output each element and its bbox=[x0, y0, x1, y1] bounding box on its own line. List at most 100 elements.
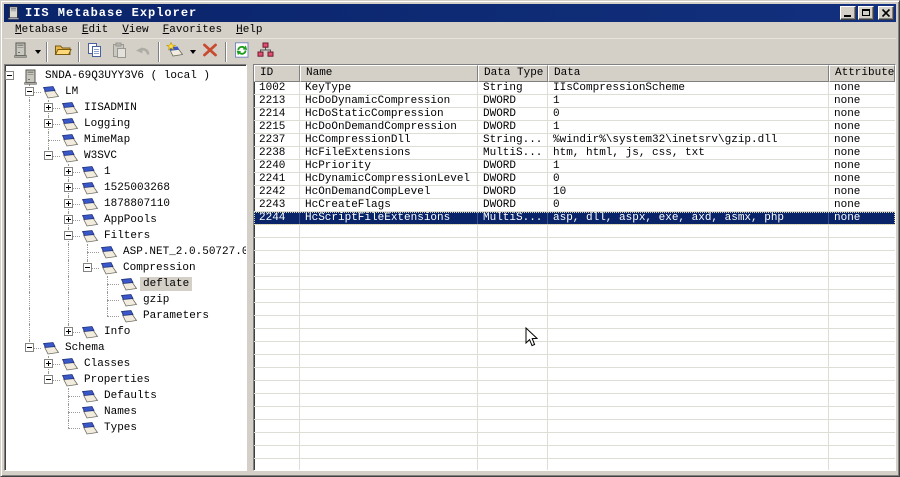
property-row-2241[interactable]: 2241 HcDynamicCompressionLevel DWORD 0 none bbox=[254, 173, 895, 186]
tree-node-label[interactable]: Classes bbox=[81, 357, 133, 371]
expand-plus-box[interactable] bbox=[64, 327, 73, 336]
expand-plus-box[interactable] bbox=[44, 103, 53, 112]
tree-node-label[interactable]: ASP.NET_2.0.50727.0 bbox=[120, 245, 246, 259]
property-row-2213[interactable]: 2213 HcDoDynamicCompression DWORD 1 none bbox=[254, 95, 895, 108]
tree-node-compression[interactable]: Compression bbox=[5, 260, 246, 276]
property-row-2242[interactable]: 2242 HcOnDemandCompLevel DWORD 10 none bbox=[254, 186, 895, 199]
column-header-data[interactable]: Data bbox=[548, 65, 829, 82]
tree-node-parameters[interactable]: Parameters bbox=[5, 308, 246, 324]
expand-plus-box[interactable] bbox=[64, 199, 73, 208]
tree-node-label[interactable]: Schema bbox=[62, 341, 108, 355]
column-header-attributes[interactable]: Attributes bbox=[829, 65, 895, 82]
tree-node-label[interactable]: gzip bbox=[140, 293, 172, 307]
tree-node-properties[interactable]: Properties bbox=[5, 372, 246, 388]
connect-computer-button-dropdown[interactable] bbox=[32, 41, 43, 63]
minimize-button[interactable] bbox=[840, 6, 856, 20]
tree-node-filters[interactable]: Filters bbox=[5, 228, 246, 244]
tree-node-label[interactable]: IISADMIN bbox=[81, 101, 140, 115]
collapse-minus-box[interactable] bbox=[44, 151, 53, 160]
column-header-name[interactable]: Name bbox=[300, 65, 478, 82]
tree-node-asp-net-2-0-50727-0[interactable]: ASP.NET_2.0.50727.0 bbox=[5, 244, 246, 260]
tree-node-1525003268[interactable]: 1525003268 bbox=[5, 180, 246, 196]
refresh-button[interactable] bbox=[230, 41, 254, 63]
tree-node-defaults[interactable]: Defaults bbox=[5, 388, 246, 404]
property-row-1002[interactable]: 1002 KeyType String IIsCompressionScheme non… bbox=[254, 82, 895, 95]
tree-node-logging[interactable]: Logging bbox=[5, 116, 246, 132]
empty-row bbox=[254, 407, 895, 420]
empty-cell bbox=[548, 316, 829, 328]
collapse-minus-box[interactable] bbox=[83, 263, 92, 272]
tree-guide-line bbox=[87, 252, 99, 253]
column-header-id[interactable]: ID bbox=[254, 65, 300, 82]
tree-node-w3svc[interactable]: W3SVC bbox=[5, 148, 246, 164]
property-row-2243[interactable]: 2243 HcCreateFlags DWORD 0 none bbox=[254, 199, 895, 212]
empty-cell bbox=[300, 446, 478, 458]
menu-edit[interactable]: Edit bbox=[77, 23, 113, 37]
tree-node-snda-69q3uyy3v6-local[interactable]: SNDA-69Q3UYY3V6 ( local ) bbox=[5, 68, 246, 85]
cell-data: 1 bbox=[548, 121, 829, 133]
new-key-button[interactable] bbox=[163, 41, 187, 63]
collapse-minus-box[interactable] bbox=[64, 231, 73, 240]
tree-node-label[interactable]: Filters bbox=[101, 229, 153, 243]
delete-button[interactable] bbox=[198, 41, 222, 63]
collapse-minus-box[interactable] bbox=[5, 71, 14, 80]
tree-node-mimemap[interactable]: MimeMap bbox=[5, 132, 246, 148]
tree-node-info[interactable]: Info bbox=[5, 324, 246, 340]
tree-node-label[interactable]: Compression bbox=[120, 261, 199, 275]
tree-node-schema[interactable]: Schema bbox=[5, 340, 246, 356]
tree-node-label[interactable]: Properties bbox=[81, 373, 153, 387]
property-row-2214[interactable]: 2214 HcDoStaticCompression DWORD 0 none bbox=[254, 108, 895, 121]
menu-view[interactable]: View bbox=[117, 23, 153, 37]
expand-plus-box[interactable] bbox=[64, 183, 73, 192]
tree-guide-line bbox=[29, 164, 30, 180]
property-row-2244[interactable]: 2244 HcScriptFileExtensions MultiS... asp, … bbox=[254, 212, 895, 225]
expand-plus-box[interactable] bbox=[44, 359, 53, 368]
tree-node-names[interactable]: Names bbox=[5, 404, 246, 420]
close-button[interactable] bbox=[878, 6, 894, 20]
tree-node-types[interactable]: Types bbox=[5, 420, 246, 436]
tree-node-label[interactable]: Types bbox=[101, 421, 140, 435]
tree-node-label[interactable]: 1 bbox=[101, 165, 114, 179]
tree-node-gzip[interactable]: gzip bbox=[5, 292, 246, 308]
tree-node-label[interactable]: Logging bbox=[81, 117, 133, 131]
menu-favorites[interactable]: Favorites bbox=[158, 23, 227, 37]
expand-plus-box[interactable] bbox=[44, 119, 53, 128]
tree-node-apppools[interactable]: AppPools bbox=[5, 212, 246, 228]
tree-node-iisadmin[interactable]: IISADMIN bbox=[5, 100, 246, 116]
property-row-2240[interactable]: 2240 HcPriority DWORD 1 none bbox=[254, 160, 895, 173]
collapse-minus-box[interactable] bbox=[44, 375, 53, 384]
tree-node-label[interactable]: LM bbox=[62, 85, 81, 99]
copy-button[interactable] bbox=[83, 41, 107, 63]
connect-computer-button[interactable] bbox=[8, 41, 32, 63]
new-key-button-dropdown[interactable] bbox=[187, 41, 198, 63]
collapse-minus-box[interactable] bbox=[25, 343, 34, 352]
tree-node-label[interactable]: 1878807110 bbox=[101, 197, 173, 211]
tree-node-label[interactable]: AppPools bbox=[101, 213, 160, 227]
tree-node-label[interactable]: W3SVC bbox=[81, 149, 120, 163]
tree-node-label[interactable]: MimeMap bbox=[81, 133, 133, 147]
tree-node-label[interactable]: Info bbox=[101, 325, 133, 339]
maximize-button[interactable] bbox=[858, 6, 874, 20]
tree-node-label[interactable]: Defaults bbox=[101, 389, 160, 403]
tree-node-label[interactable]: deflate bbox=[140, 277, 193, 291]
property-row-2237[interactable]: 2237 HcCompressionDll String... %windir%\sy… bbox=[254, 134, 895, 147]
tree-node-label[interactable]: 1525003268 bbox=[101, 181, 173, 195]
tree-node-lm[interactable]: LM bbox=[5, 84, 246, 100]
property-row-2238[interactable]: 2238 HcFileExtensions MultiS... htm, html, … bbox=[254, 147, 895, 160]
open-button[interactable] bbox=[51, 41, 75, 63]
property-row-2215[interactable]: 2215 HcDoOnDemandCompression DWORD 1 none bbox=[254, 121, 895, 134]
menu-metabase[interactable]: Metabase bbox=[10, 23, 73, 37]
collapse-minus-box[interactable] bbox=[25, 87, 34, 96]
tree-node-1[interactable]: 1 bbox=[5, 164, 246, 180]
tree-node-classes[interactable]: Classes bbox=[5, 356, 246, 372]
expand-plus-box[interactable] bbox=[64, 215, 73, 224]
tree-node-label[interactable]: Names bbox=[101, 405, 140, 419]
tree-node-1878807110[interactable]: 1878807110 bbox=[5, 196, 246, 212]
view-hierarchy-button[interactable] bbox=[254, 41, 278, 63]
tree-node-label[interactable]: Parameters bbox=[140, 309, 212, 323]
tree-node-label[interactable]: SNDA-69Q3UYY3V6 ( local ) bbox=[42, 69, 213, 83]
column-header-data-type[interactable]: Data Type bbox=[478, 65, 548, 82]
menu-help[interactable]: Help bbox=[231, 23, 267, 37]
tree-node-deflate[interactable]: deflate bbox=[5, 276, 246, 292]
expand-plus-box[interactable] bbox=[64, 167, 73, 176]
